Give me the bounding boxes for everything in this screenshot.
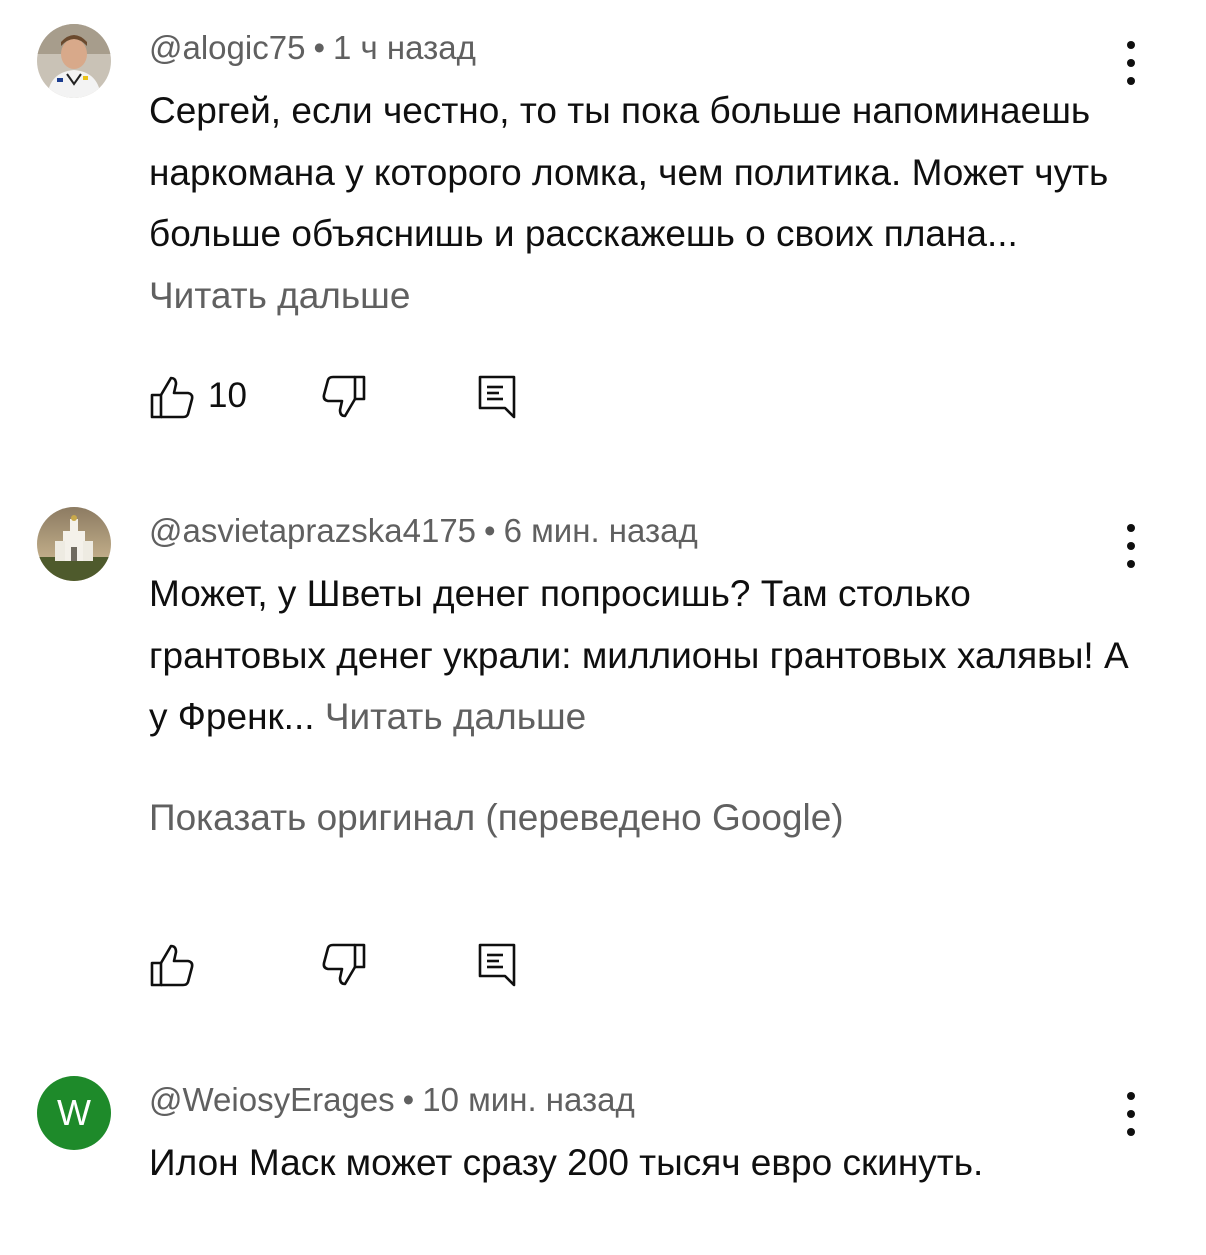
thumbs-down-icon[interactable] (321, 374, 367, 420)
reply-icon[interactable] (477, 374, 517, 420)
meta-separator: • (402, 1081, 415, 1118)
read-more-link[interactable]: Читать дальше (149, 275, 410, 316)
comment-text: Сергей, если честно, то ты пока больше н… (149, 80, 1139, 326)
meta-separator: • (313, 29, 325, 66)
avatar-letter: W (57, 1092, 91, 1133)
comment-body: Может, у Шветы денег попросишь? Там стол… (149, 573, 1129, 737)
thumbs-up-icon[interactable] (149, 374, 195, 420)
comment-actions: 10 (149, 374, 549, 420)
comment-meta: @asvietaprazska4175 • 6 мин. назад (149, 512, 698, 550)
comment-body: Сергей, если честно, то ты пока больше н… (149, 90, 1109, 254)
author-name[interactable]: @asvietaprazska4175 (149, 512, 476, 549)
more-vert-icon[interactable] (1116, 524, 1146, 568)
avatar-image (37, 24, 111, 98)
comment-time[interactable]: 1 ч назад (333, 29, 476, 66)
thumbs-up-icon[interactable] (149, 942, 195, 988)
more-vert-icon[interactable] (1116, 1092, 1146, 1136)
comment-time[interactable]: 10 мин. назад (422, 1081, 635, 1118)
avatar[interactable] (37, 507, 111, 581)
like-count: 10 (208, 376, 247, 415)
avatar-image (37, 507, 111, 581)
reply-icon[interactable] (477, 942, 517, 988)
comment-actions (149, 942, 549, 988)
meta-separator: • (484, 512, 496, 549)
author-name[interactable]: @alogic75 (149, 29, 305, 66)
comment-text: Илон Маск может сразу 200 тысяч евро ски… (149, 1132, 1049, 1194)
comment-body: Илон Маск может сразу 200 тысяч евро ски… (149, 1142, 984, 1183)
avatar[interactable] (37, 24, 111, 98)
avatar[interactable]: W (37, 1076, 111, 1150)
more-vert-icon[interactable] (1116, 41, 1146, 85)
read-more-link[interactable]: Читать дальше (325, 696, 586, 737)
comment-meta: @WeiosyErages • 10 мин. назад (149, 1081, 635, 1119)
author-name[interactable]: @WeiosyErages (149, 1081, 395, 1118)
comment-text: Может, у Шветы денег попросишь? Там стол… (149, 563, 1139, 748)
thumbs-down-icon[interactable] (321, 942, 367, 988)
comment-meta: @alogic75 • 1 ч назад (149, 29, 476, 67)
show-original-link[interactable]: Показать оригинал (переведено Google) (149, 797, 844, 839)
comment-time[interactable]: 6 мин. назад (504, 512, 698, 549)
